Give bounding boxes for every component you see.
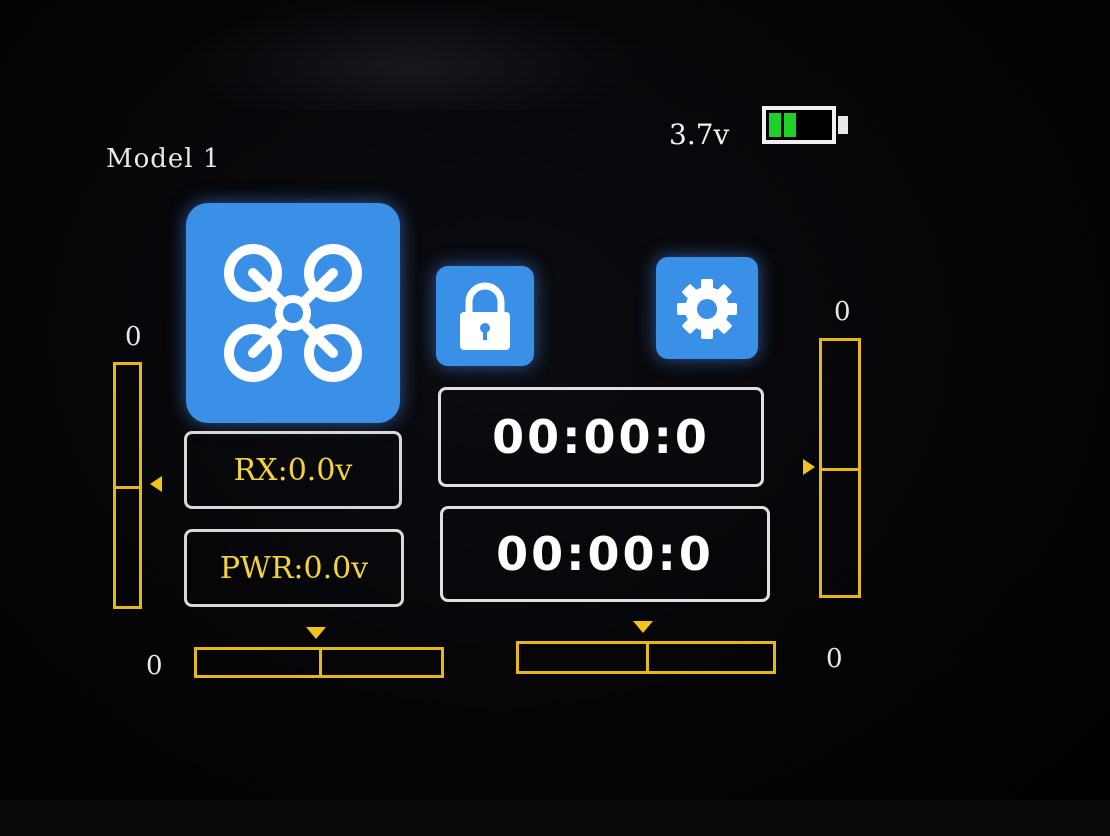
left-vertical-trim-bar bbox=[113, 362, 142, 609]
right-horizontal-trim-bar bbox=[516, 641, 776, 674]
transmitter-screen: Model 1 3.7v RX:0.0v PWR:0.0v 00:00:0 00… bbox=[0, 0, 1110, 836]
lock-button[interactable] bbox=[436, 266, 534, 366]
model-name: Model 1 bbox=[106, 144, 221, 174]
battery-voltage: 3.7v bbox=[669, 118, 730, 151]
screen-glare bbox=[180, 0, 640, 110]
gear-icon bbox=[677, 279, 737, 339]
left-horizontal-trim-center bbox=[319, 647, 322, 678]
lock-icon bbox=[460, 282, 510, 350]
screen-bezel-bottom bbox=[0, 800, 1110, 836]
left-horizontal-trim-value: 0 bbox=[146, 651, 163, 681]
drone-icon bbox=[224, 244, 362, 382]
right-horizontal-trim-marker bbox=[633, 621, 653, 633]
battery-icon bbox=[762, 106, 836, 144]
left-vertical-trim-center bbox=[113, 485, 142, 489]
right-horizontal-trim-center bbox=[646, 641, 649, 674]
model-select-button[interactable] bbox=[186, 203, 400, 423]
timer-2[interactable]: 00:00:0 bbox=[440, 506, 770, 602]
right-vertical-trim-center bbox=[819, 468, 861, 471]
left-horizontal-trim-marker bbox=[306, 627, 326, 639]
left-horizontal-trim-bar bbox=[194, 647, 444, 678]
pwr-voltage: PWR:0.0v bbox=[184, 529, 404, 607]
right-vertical-trim-value: 0 bbox=[834, 297, 851, 327]
right-vertical-trim-marker bbox=[803, 459, 815, 475]
right-horizontal-trim-value: 0 bbox=[826, 644, 843, 674]
right-vertical-trim-bar bbox=[819, 338, 861, 598]
left-vertical-trim-marker bbox=[150, 476, 162, 492]
left-vertical-trim-value: 0 bbox=[125, 322, 142, 352]
settings-button[interactable] bbox=[656, 257, 758, 359]
timer-1[interactable]: 00:00:0 bbox=[438, 387, 764, 487]
rx-voltage: RX:0.0v bbox=[184, 431, 402, 509]
battery-tip bbox=[838, 116, 848, 134]
battery-fill bbox=[769, 113, 796, 137]
